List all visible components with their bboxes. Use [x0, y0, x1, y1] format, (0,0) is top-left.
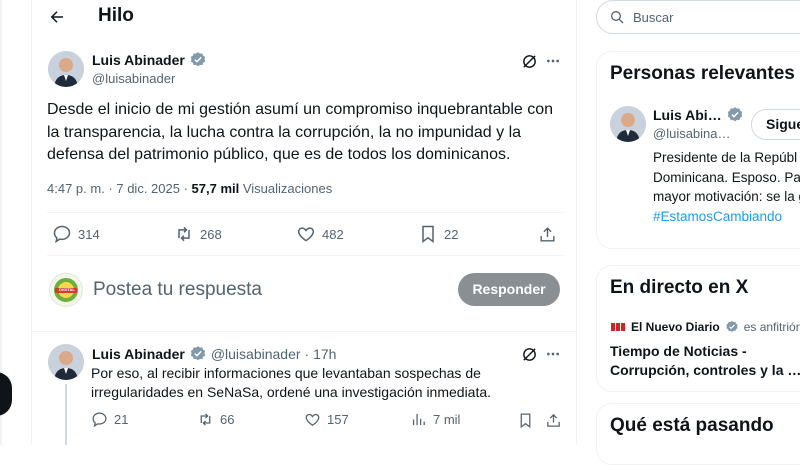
reply-count: 314 [78, 226, 100, 242]
grok-button[interactable] [518, 50, 540, 72]
person-photo-icon [610, 106, 646, 142]
reply-text: Por eso, al recibir informaciones que le… [91, 365, 492, 400]
search-box[interactable]: Buscar [596, 0, 800, 34]
search-icon [611, 11, 624, 24]
reply-header: Luis Abinader @luisabinader · 17h [92, 345, 336, 363]
bookmark-action[interactable]: 22 [418, 224, 458, 244]
views-chart-icon [412, 413, 425, 426]
comment-icon [92, 412, 107, 428]
reply-count: 21 [114, 412, 129, 427]
post-timestamp[interactable]: 4:47 p. m. · 7 dic. 2025 · [47, 181, 188, 196]
divider [47, 212, 563, 213]
relevant-person-handle[interactable]: @luisabina… [653, 126, 731, 141]
verified-badge-icon [727, 107, 742, 122]
more-horizontal-icon [547, 59, 559, 63]
bio-hashtag[interactable]: #EstamosCambiando [653, 209, 782, 224]
more-options-button[interactable] [542, 343, 564, 365]
repost-action[interactable]: 268 [174, 224, 222, 244]
views-action[interactable]: 7 mil [410, 411, 460, 428]
reply-action[interactable]: 21 [91, 411, 128, 428]
relevant-person-name-row: Luis Abi… [653, 106, 744, 124]
reply-author-name[interactable]: Luis Abinader [92, 346, 185, 362]
views-label: Visualizaciones [242, 181, 333, 196]
live-host-row: El Nuevo Diario es anfitrión [610, 320, 800, 334]
repost-count: 66 [220, 412, 235, 427]
current-user-avatar[interactable]: DIGITAL [49, 273, 83, 307]
follow-button[interactable]: Sigue [751, 109, 800, 140]
person-photo-icon [48, 51, 84, 87]
share-button[interactable] [536, 223, 558, 245]
verified-badge-icon [190, 52, 206, 67]
relevant-people-card: Personas relevantes Luis Abi… @luisabina… [596, 51, 800, 249]
divider [31, 331, 577, 332]
search-input[interactable]: Buscar [633, 10, 673, 25]
whats-happening-card: Qué está pasando [596, 403, 800, 465]
person-photo-icon [48, 344, 84, 380]
floating-avatar-bubble[interactable] [0, 372, 12, 416]
avatar-badge-text: DIGITAL [59, 287, 75, 292]
repost-icon [200, 413, 211, 426]
author-avatar[interactable] [48, 51, 84, 87]
reply-author-handle[interactable]: @luisabinader [211, 346, 301, 362]
share-icon [539, 226, 555, 242]
heart-icon [297, 227, 315, 242]
grok-button[interactable] [518, 343, 540, 365]
author-handle[interactable]: @luisabinader [92, 71, 175, 86]
repost-icon [178, 226, 190, 242]
whats-happening-title: Qué está pasando [610, 415, 774, 436]
like-count: 157 [327, 412, 349, 427]
reply-action[interactable]: 314 [52, 224, 100, 244]
repost-action[interactable]: 66 [197, 411, 234, 428]
like-count: 482 [322, 226, 344, 242]
post-meta: 4:47 p. m. · 7 dic. 2025 · 57,7 mil Visu… [47, 181, 332, 196]
bookmark-icon [520, 412, 530, 428]
grok-icon [522, 347, 536, 361]
bookmark-button[interactable] [515, 410, 535, 430]
thread-line [65, 384, 67, 445]
relevant-person-bio: Presidente de la Repúbl Dominicana. Espo… [653, 148, 800, 226]
reply-submit-button[interactable]: Responder [458, 273, 560, 306]
more-horizontal-icon [547, 352, 559, 356]
repost-count: 268 [200, 226, 222, 242]
like-action[interactable]: 157 [304, 411, 349, 428]
post-text: Desde el inicio de mi gestión asumí un c… [47, 101, 554, 163]
bio-text: Presidente de la Repúbl Dominicana. Espo… [653, 150, 800, 204]
reply-input[interactable]: Postea tu respuesta [93, 279, 262, 301]
back-button[interactable] [44, 4, 70, 30]
grok-icon [522, 54, 536, 68]
relevant-person-name[interactable]: Luis Abi… [653, 107, 722, 123]
verified-badge-icon [726, 320, 738, 332]
relevant-person-avatar[interactable] [610, 106, 646, 142]
live-host-name[interactable]: El Nuevo Diario [631, 320, 720, 334]
share-button[interactable] [543, 410, 563, 430]
comment-icon [53, 225, 71, 244]
author-name[interactable]: Luis Abinader [92, 52, 185, 68]
reply-time[interactable]: · 17h [305, 346, 337, 362]
like-action[interactable]: 482 [296, 224, 344, 244]
bookmark-count: 22 [444, 226, 459, 242]
share-icon [546, 413, 560, 427]
verified-badge-icon [190, 346, 206, 361]
reply-author-avatar[interactable] [48, 344, 84, 380]
live-event-title[interactable]: Tiempo de Noticias - Corrupción, control… [610, 342, 800, 380]
host-logo-icon [610, 321, 626, 333]
live-card: En directo en X El Nuevo Diario es anfit… [596, 265, 800, 392]
page-title: Hilo [98, 5, 134, 26]
arrow-left-icon [50, 11, 63, 23]
bookmark-icon [422, 225, 434, 243]
heart-icon [305, 413, 320, 426]
views-count: 7 mil [433, 412, 461, 427]
relevant-people-title: Personas relevantes [610, 63, 795, 84]
live-host-suffix: es anfitrión [743, 320, 800, 334]
author-name-row: Luis Abinader [92, 51, 207, 69]
live-title: En directo en X [610, 277, 749, 298]
views-count: 57,7 mil [191, 181, 240, 196]
more-options-button[interactable] [542, 50, 564, 72]
divider [47, 255, 563, 256]
